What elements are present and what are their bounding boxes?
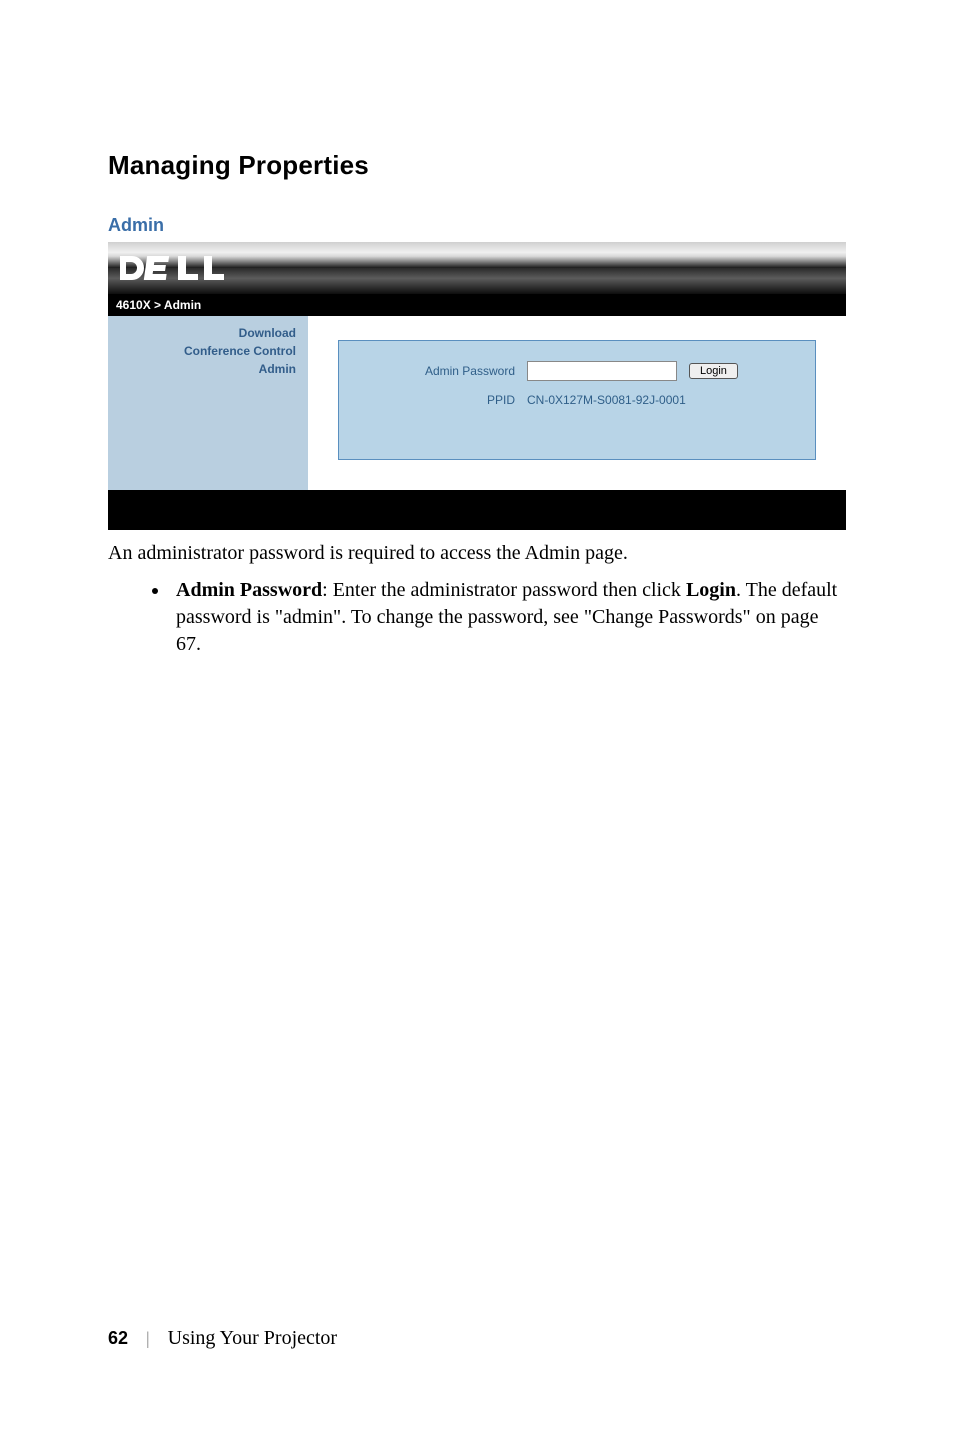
- login-fieldset: Admin Password Login PPID CN-0X127M-S008…: [338, 340, 816, 460]
- ppid-label: PPID: [357, 393, 527, 407]
- page-footer: 62 | Using Your Projector: [108, 1327, 846, 1350]
- bullet-admin-password: Admin Password: Enter the administrator …: [170, 577, 846, 658]
- sidebar: Download Conference Control Admin: [108, 316, 308, 490]
- dell-logo: [118, 250, 238, 286]
- main-panel: Download Conference Control Admin Admin …: [108, 316, 846, 490]
- breadcrumb: 4610X > Admin: [108, 294, 846, 316]
- section-subheading: Admin: [108, 215, 846, 236]
- bullet-sep: :: [322, 579, 333, 601]
- sidebar-item-admin[interactable]: Admin: [120, 362, 296, 376]
- admin-password-row: Admin Password Login: [357, 361, 797, 381]
- intro-text: An administrator password is required to…: [108, 540, 846, 567]
- admin-screenshot: 4610X > Admin Download Conference Contro…: [108, 242, 846, 530]
- sidebar-item-conference-control[interactable]: Conference Control: [120, 344, 296, 358]
- bullet-list: Admin Password: Enter the administrator …: [170, 577, 846, 658]
- page-heading: Managing Properties: [108, 150, 846, 181]
- sidebar-item-download[interactable]: Download: [120, 326, 296, 340]
- page-number: 62: [108, 1328, 128, 1349]
- gloss-bar: [108, 268, 846, 294]
- admin-password-input[interactable]: [527, 361, 677, 381]
- content-area: Admin Password Login PPID CN-0X127M-S008…: [308, 316, 846, 490]
- login-button[interactable]: Login: [689, 363, 738, 379]
- bullet-term: Admin Password: [176, 579, 322, 601]
- admin-password-label: Admin Password: [357, 364, 527, 378]
- ppid-row: PPID CN-0X127M-S0081-92J-0001: [357, 393, 797, 407]
- bullet-login-word: Login: [686, 579, 736, 601]
- footer-text: Using Your Projector: [168, 1327, 337, 1350]
- bullet-text-before: Enter the administrator password then cl…: [333, 579, 686, 601]
- footer-separator: |: [146, 1328, 150, 1349]
- bottom-bar: [108, 490, 846, 530]
- ppid-value: CN-0X127M-S0081-92J-0001: [527, 393, 797, 407]
